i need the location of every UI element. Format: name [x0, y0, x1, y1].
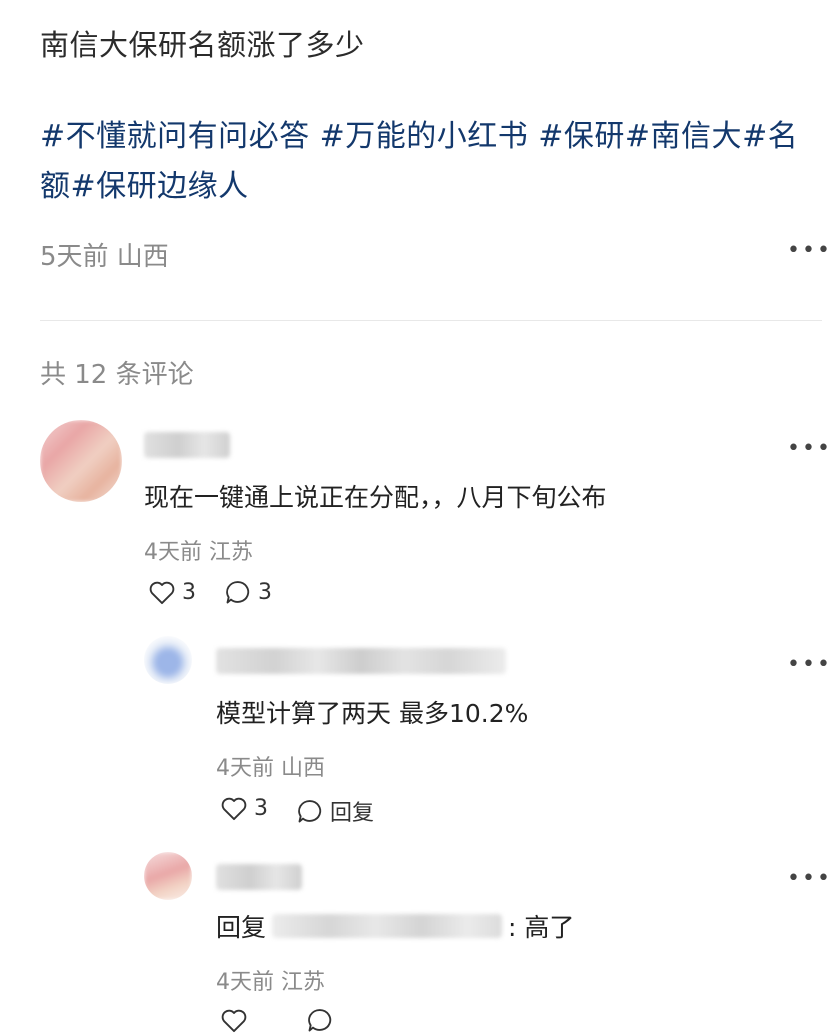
- like-button[interactable]: [220, 1007, 248, 1033]
- avatar[interactable]: [40, 420, 122, 502]
- username-redacted[interactable]: [144, 432, 230, 458]
- heart-icon: [221, 797, 247, 821]
- reply-button[interactable]: 3: [224, 579, 272, 605]
- reply-count: 3: [258, 579, 272, 605]
- avatar[interactable]: [144, 636, 192, 684]
- reply-prefix: 回复: [216, 913, 267, 942]
- reply-meta: 4天前 山西: [216, 756, 325, 781]
- post-title: 南信大保研名额涨了多少: [40, 28, 365, 62]
- reply-text: 回复 : 高了: [216, 908, 574, 944]
- reply-text: 模型计算了两天 最多10.2%: [216, 699, 529, 728]
- post-meta: 5天前 山西: [40, 242, 169, 272]
- reply-meta: 4天前 江苏: [216, 970, 325, 995]
- comment-text: 现在一键通上说正在分配，，八月下旬公布: [144, 483, 607, 512]
- reply-label: 回复: [330, 801, 375, 826]
- comment-bubble-icon: [226, 581, 250, 604]
- mention-redacted[interactable]: [272, 914, 503, 938]
- like-button[interactable]: 3: [148, 579, 196, 605]
- tag-link[interactable]: #南信大: [625, 119, 742, 154]
- avatar[interactable]: [144, 852, 192, 900]
- like-count: 3: [182, 579, 196, 605]
- post-tags: #不懂就问有问必答 #万能的小红书 #保研#南信大#名额#保研边缘人: [40, 112, 825, 212]
- username-redacted[interactable]: [216, 648, 506, 674]
- reply-button[interactable]: [306, 1007, 334, 1033]
- comment-meta: 4天前 江苏: [144, 540, 253, 565]
- heart-icon: [149, 581, 175, 605]
- username-redacted[interactable]: [216, 864, 302, 890]
- post-more-icon[interactable]: •••: [787, 238, 829, 263]
- like-button[interactable]: 3: [220, 795, 268, 821]
- comment-bubble-icon: [308, 1009, 332, 1032]
- reply-more-icon[interactable]: •••: [787, 866, 829, 891]
- reply-button[interactable]: 回复: [296, 795, 374, 827]
- reply-more-icon[interactable]: •••: [787, 652, 829, 677]
- reply-suffix: : 高了: [508, 913, 575, 942]
- tag-link[interactable]: #保研边缘人: [71, 169, 249, 204]
- divider: [40, 320, 822, 321]
- comment-more-icon[interactable]: •••: [787, 436, 829, 461]
- tag-link[interactable]: #保研: [538, 119, 625, 154]
- comment-bubble-icon: [298, 800, 322, 823]
- tag-link[interactable]: #不懂就问有问必答: [40, 119, 310, 154]
- tag-link[interactable]: #万能的小红书: [320, 119, 529, 154]
- heart-icon: [221, 1009, 247, 1033]
- comment-count: 共 12 条评论: [40, 360, 194, 390]
- like-count: 3: [254, 795, 268, 821]
